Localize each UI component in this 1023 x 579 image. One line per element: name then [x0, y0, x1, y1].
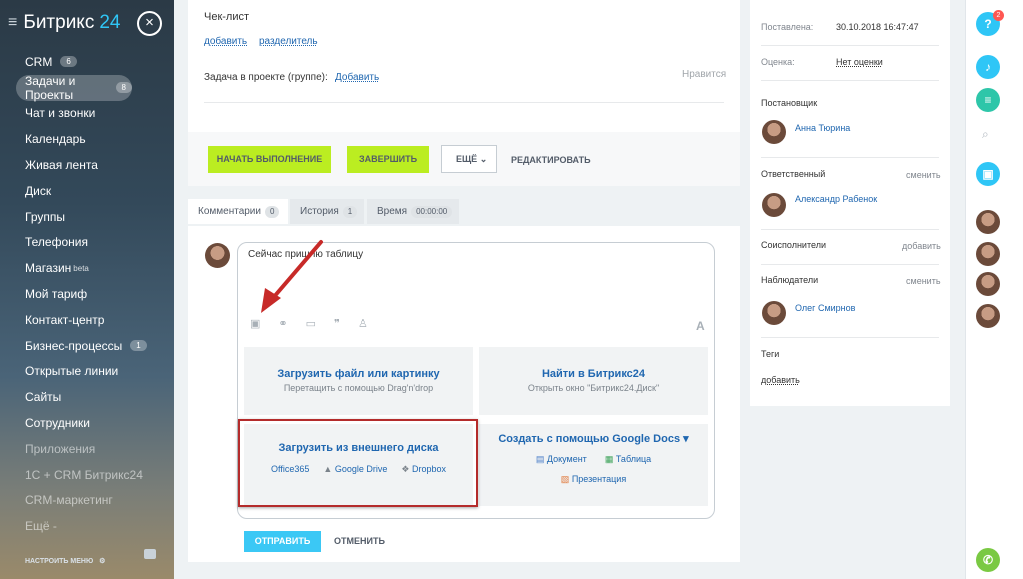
gdocs-document[interactable]: ▤ Документ	[536, 454, 587, 465]
responsible-link[interactable]: Александр Рабенок	[795, 194, 877, 204]
sidebar-item[interactable]: Контакт-центр	[16, 307, 166, 333]
project-add-link[interactable]: Добавить	[335, 72, 379, 83]
find-in-b24-box[interactable]: Найти в Битрикс24 Открыть окно "Битрикс2…	[479, 347, 708, 415]
left-sidebar: ≡ Битрикс 24 × CRM 6 Задачи и Проекты 8 Чат и…	[0, 0, 174, 579]
sidebar-item[interactable]: Приложения	[16, 436, 166, 462]
sidebar-item[interactable]: Живая лента	[16, 152, 166, 178]
divider	[204, 102, 724, 103]
sidebar-item[interactable]: Телефония	[16, 230, 166, 256]
sidebar-item-count: 6	[60, 56, 77, 68]
quote-icon[interactable]: ❞	[334, 317, 340, 330]
creator-label: Постановщик	[761, 98, 818, 108]
sidebar-item[interactable]: Бизнес-процессы 1	[16, 333, 166, 359]
rating-value[interactable]: Нет оценки	[836, 57, 883, 67]
contact-avatar-4[interactable]	[976, 304, 1000, 328]
sidebar-item[interactable]: Магазин beta	[16, 255, 166, 281]
more-button[interactable]: ЕЩЁ ⌄	[441, 145, 497, 173]
checklist-separator-link[interactable]: разделитель	[259, 36, 318, 47]
sidebar-item[interactable]: 1С + CRM Битрикс24	[16, 462, 166, 488]
task-card: Чек-лист добавить разделитель Задача в п…	[188, 0, 740, 186]
font-icon[interactable]: A	[696, 319, 705, 333]
sidebar-item-count: 8	[115, 82, 132, 94]
project-label: Задача в проекте (группе):	[204, 72, 328, 83]
search-icon[interactable]: ⌕	[982, 127, 989, 142]
tags-label: Теги	[761, 349, 780, 359]
file-icon[interactable]: ▣	[250, 317, 260, 330]
arrow-annotation	[261, 240, 323, 313]
contact-avatar-1[interactable]	[976, 210, 1000, 234]
link-icon[interactable]: ⚭	[278, 317, 287, 330]
creator-link[interactable]: Анна Тюрина	[795, 123, 850, 133]
checklist-add-link[interactable]: добавить	[204, 36, 247, 47]
edit-button[interactable]: РЕДАКТИРОВАТЬ	[511, 155, 591, 165]
highlight-frame	[238, 419, 478, 507]
responsible-label: Ответственный	[761, 169, 826, 179]
responsible-avatar	[762, 193, 786, 217]
logo[interactable]: ≡ Битрикс 24	[8, 12, 120, 34]
set-date-label: Поставлена:	[761, 22, 814, 32]
tab-time[interactable]: Время 00:00:00	[367, 199, 459, 224]
lock-icon[interactable]: ▣	[976, 162, 1000, 186]
coexecutors-add-link[interactable]: добавить	[902, 241, 941, 251]
avatar	[205, 243, 230, 268]
cancel-button[interactable]: ОТМЕНИТЬ	[334, 536, 385, 546]
sidebar-item-count: 1	[130, 340, 147, 352]
sidebar-menu: CRM 6 Задачи и Проекты 8 Чат и звонки Календа…	[16, 49, 166, 539]
start-button[interactable]: НАЧАТЬ ВЫПОЛНЕНИЕ	[208, 146, 331, 173]
mention-icon[interactable]: ♙	[358, 317, 368, 330]
sidebar-item[interactable]: Чат и звонки	[16, 101, 166, 127]
close-icon[interactable]: ×	[137, 11, 162, 36]
tab-comments[interactable]: Комментарии 0	[188, 199, 288, 224]
observers-change-link[interactable]: сменить	[906, 276, 941, 286]
bell-icon[interactable]: ♪	[976, 55, 1000, 79]
google-docs-button[interactable]: Создать с помощью Google Docs ▾	[479, 432, 708, 445]
video-icon[interactable]: ▭	[306, 317, 316, 330]
print-icon[interactable]	[144, 549, 156, 559]
table-icon: ▦	[604, 454, 614, 464]
send-button[interactable]: ОТПРАВИТЬ	[244, 531, 321, 552]
sidebar-item[interactable]: Мой тариф	[16, 281, 166, 307]
gear-icon: ⚙	[99, 558, 106, 565]
sidebar-item[interactable]: Открытые линии	[16, 359, 166, 385]
gdocs-options: ▤ Документ ▦ Таблица	[479, 454, 708, 465]
contact-avatar-2[interactable]	[976, 242, 1000, 266]
phone-icon[interactable]: ✆	[976, 548, 1000, 572]
sidebar-item[interactable]: CRM-маркетинг	[16, 488, 166, 514]
sidebar-item[interactable]: Календарь	[16, 126, 166, 152]
responsible-change-link[interactable]: сменить	[906, 170, 941, 180]
gdocs-table[interactable]: ▦ Таблица	[605, 454, 651, 465]
notification-badge: 2	[993, 10, 1004, 21]
sidebar-item[interactable]: CRM 6	[16, 49, 166, 75]
observer-avatar	[762, 301, 786, 325]
tab-history[interactable]: История 1	[290, 199, 364, 224]
sidebar-item[interactable]: Сайты	[16, 384, 166, 410]
coexecutors-label: Соисполнители	[761, 240, 826, 250]
tags-add-link[interactable]: добавить	[761, 375, 800, 385]
sidebar-item[interactable]: Группы	[16, 204, 166, 230]
sidebar-item[interactable]: Диск	[16, 178, 166, 204]
presentation-icon: ▧	[560, 474, 570, 484]
chevron-down-icon: ⌄	[479, 154, 488, 164]
observer-link[interactable]: Олег Смирнов	[795, 303, 855, 313]
checklist-title: Чек-лист	[204, 11, 250, 23]
creator-avatar	[762, 120, 786, 144]
burger-icon[interactable]: ≡	[8, 14, 17, 32]
gdocs-presentation[interactable]: ▧ Презентация	[479, 474, 708, 485]
google-docs-box: Создать с помощью Google Docs ▾ ▤ Докуме…	[479, 424, 708, 506]
like-link[interactable]: Нравится	[682, 69, 726, 80]
sidebar-item[interactable]: Задачи и Проекты 8	[16, 74, 132, 102]
contact-avatar-3[interactable]	[976, 272, 1000, 296]
caret-down-icon: ▾	[683, 433, 689, 445]
rating-label: Оценка:	[761, 57, 795, 67]
editor-toolbar: ▣ ⚭ ▭ ❞ ♙	[250, 317, 368, 330]
chat-icon[interactable]: ≡	[976, 88, 1000, 112]
document-icon: ▤	[535, 454, 545, 464]
upload-file-box[interactable]: Загрузить файл или картинку Перетащить с…	[244, 347, 473, 415]
observers-label: Наблюдатели	[761, 275, 819, 285]
setup-menu-button[interactable]: НАСТРОИТЬ МЕНЮ ⚙	[25, 557, 106, 566]
finish-button[interactable]: ЗАВЕРШИТЬ	[347, 146, 429, 173]
sidebar-item[interactable]: Сотрудники	[16, 410, 166, 436]
set-date-value: 30.10.2018 16:47:47	[836, 22, 919, 32]
sidebar-item[interactable]: Ещё -	[16, 513, 166, 539]
